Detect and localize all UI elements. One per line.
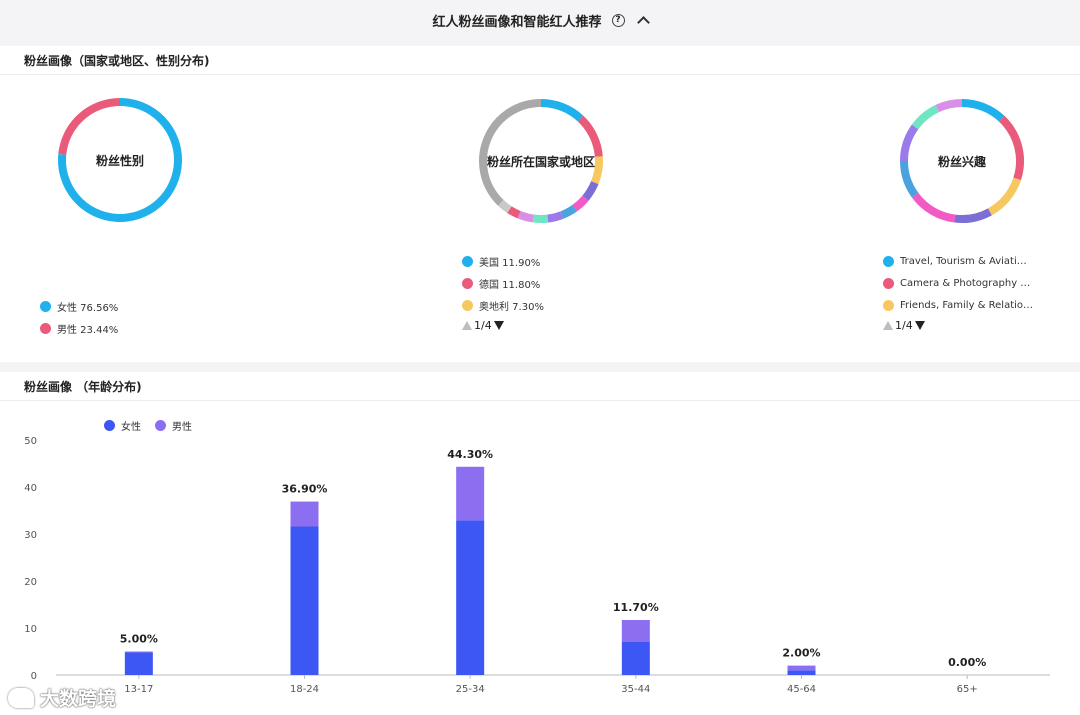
legend-item-country[interactable]: 美国 11.90% (462, 250, 544, 272)
bar-segment-female[interactable] (621, 641, 650, 675)
pager-text: 1/4 (895, 319, 913, 332)
page-next-icon[interactable] (914, 321, 925, 330)
legend-item-female[interactable]: 女性 (104, 418, 141, 433)
x-tick-label: 35-44 (621, 684, 650, 695)
bar-segment-male[interactable] (290, 501, 319, 527)
page-prev-icon[interactable] (883, 321, 893, 330)
page-prev-icon[interactable] (462, 321, 472, 330)
chevron-up-icon[interactable] (636, 15, 650, 29)
bar-data-label: 11.70% (613, 601, 659, 614)
legend-label: Camera & Photography … (900, 277, 1031, 289)
donut-center-label: 粉丝兴趣 (937, 154, 986, 169)
legend-label: Travel, Tourism & Aviati… (900, 255, 1027, 267)
x-tick-label: 13-17 (124, 684, 153, 695)
legend-item-female[interactable]: 女性 76.56% (40, 295, 118, 317)
x-tick-label: 25-34 (456, 684, 485, 695)
bar-segment-male[interactable] (787, 665, 816, 671)
legend-dot (462, 299, 473, 311)
legend-dot (883, 299, 894, 311)
legend-dot (40, 300, 51, 312)
bar-segment-male[interactable] (621, 620, 650, 642)
legend-dot (462, 255, 473, 267)
bar-data-label: 5.00% (120, 633, 158, 646)
geo-gender-panel: 粉丝画像（国家或地区、性别分布) 粉丝性别 女性 76.56% 男性 23.44… (0, 46, 1080, 362)
bar-segment-female[interactable] (787, 670, 816, 675)
legend-label: 奥地利 7.30% (479, 301, 544, 313)
y-tick-label: 20 (24, 577, 37, 588)
bar-segment-male[interactable] (456, 466, 485, 521)
watermark-logo-icon (8, 687, 34, 708)
donut-center-label: 粉丝性别 (95, 153, 144, 168)
bar-segment-female[interactable] (456, 520, 485, 675)
legend-item-interest[interactable]: Friends, Family & Relatio… (883, 294, 1053, 316)
legend-dot (462, 277, 473, 289)
section-title: 红人粉丝画像和智能红人推荐 (432, 14, 602, 30)
donut-center-label: 粉丝所在国家或地区 (486, 154, 595, 169)
age-panel: 0 10 20 30 40 50 5.00% 13-17 36.90% 18-24 44.30% 25… (0, 372, 1080, 715)
interest-legend: Travel, Tourism & Aviati… Camera & Photo… (883, 250, 1053, 332)
legend-label: 男性 (172, 422, 192, 433)
legend-dot (104, 420, 115, 431)
divider (0, 74, 1080, 75)
legend-label: 女性 76.56% (57, 302, 119, 314)
bar-segment-female[interactable] (124, 652, 153, 675)
legend-item-male[interactable]: 男性 23.44% (40, 317, 118, 339)
interest-donut-chart: 粉丝兴趣 (898, 97, 1026, 225)
y-tick-label: 10 (24, 624, 37, 635)
y-tick-label: 0 (31, 671, 37, 682)
question-circle-icon[interactable]: ? (611, 13, 625, 27)
bar-data-label: 2.00% (782, 647, 820, 660)
legend-label: 女性 (121, 422, 141, 433)
x-tick-label: 65+ (957, 684, 978, 695)
age-legend: 女性 男性 (104, 418, 192, 433)
x-tick-label: 18-24 (290, 684, 319, 695)
y-tick-label: 30 (24, 530, 37, 541)
gender-donut-chart: 粉丝性别 (56, 96, 184, 224)
watermark-text: 大数跨境 (40, 688, 117, 710)
legend-label: 美国 11.90% (479, 257, 541, 269)
page-next-icon[interactable] (493, 321, 504, 330)
bar-segment-female[interactable] (290, 526, 319, 675)
bar-segment-male[interactable] (124, 651, 153, 653)
bar-data-label: 44.30% (447, 448, 493, 461)
bar-data-label: 36.90% (282, 483, 328, 496)
panel-title: 粉丝画像（国家或地区、性别分布) (24, 54, 210, 68)
legend-item-country[interactable]: 奥地利 7.30% (462, 294, 544, 316)
watermark: 大数跨境 (8, 684, 116, 711)
legend-label: Friends, Family & Relatio… (900, 299, 1034, 311)
legend-dot (40, 322, 51, 334)
legend-item-interest[interactable]: Camera & Photography … (883, 272, 1053, 294)
legend-dot (883, 277, 894, 289)
legend-item-country[interactable]: 德国 11.80% (462, 272, 544, 294)
x-tick-label: 45-64 (787, 684, 816, 695)
legend-dot (883, 255, 894, 267)
legend-pager: 1/4 (462, 319, 544, 332)
country-donut-chart: 粉丝所在国家或地区 (477, 97, 605, 225)
bar-data-label: 0.00% (948, 656, 986, 669)
y-tick-label: 50 (24, 436, 37, 447)
country-legend: 美国 11.90% 德国 11.80% 奥地利 7.30% 1/4 (462, 250, 544, 332)
legend-dot (155, 420, 166, 431)
y-tick-label: 40 (24, 483, 37, 494)
legend-pager: 1/4 (883, 319, 1053, 332)
divider (0, 400, 1080, 401)
gender-legend: 女性 76.56% 男性 23.44% (40, 295, 118, 339)
pager-text: 1/4 (474, 319, 492, 332)
legend-item-interest[interactable]: Travel, Tourism & Aviati… (883, 250, 1053, 272)
panel-title: 粉丝画像 （年龄分布) (24, 380, 142, 394)
legend-item-male[interactable]: 男性 (155, 418, 192, 433)
legend-label: 德国 11.80% (479, 279, 541, 291)
legend-label: 男性 23.44% (57, 324, 119, 336)
section-header: 红人粉丝画像和智能红人推荐 ? (0, 0, 1080, 40)
